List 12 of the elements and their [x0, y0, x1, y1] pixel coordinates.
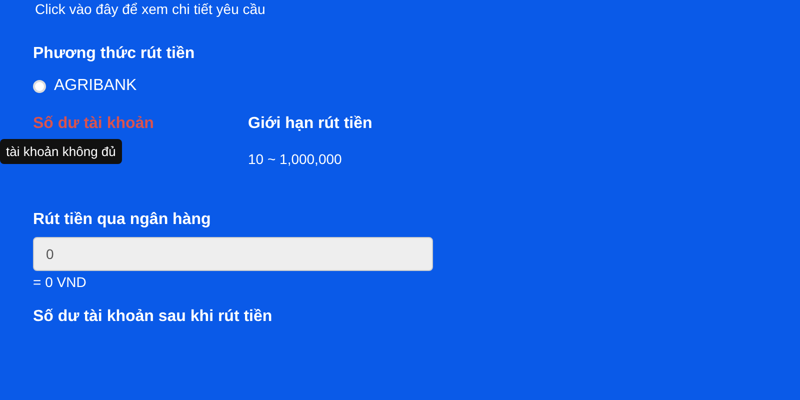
amount-field[interactable]: 0 [33, 237, 433, 271]
details-link[interactable]: Click vào đây để xem chi tiết yêu cầu [35, 1, 266, 17]
tooltip: tài khoản không đủ [0, 139, 122, 164]
after-heading: Số dư tài khoản sau khi rút tiền [33, 308, 274, 326]
amount-heading: Rút tiền qua ngân hàng [33, 211, 212, 229]
limit-range: 10 ~ 1,000,000 [248, 151, 343, 167]
method-heading: Phương thức rút tiền [33, 45, 196, 63]
converted-amount: = 0 VND [33, 274, 88, 290]
bank-option[interactable]: AGRIBANK [33, 77, 800, 95]
radio-button[interactable] [33, 80, 46, 92]
balance-label: Số dư tài khoản [33, 115, 155, 133]
limit-heading: Giới hạn rút tiền [248, 115, 372, 133]
